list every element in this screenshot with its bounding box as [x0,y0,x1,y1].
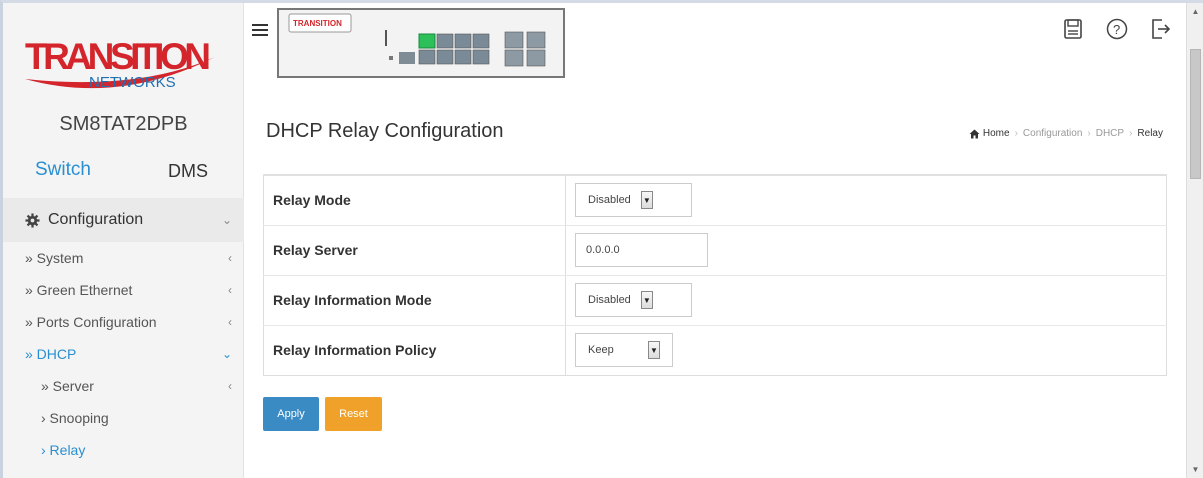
relay-info-mode-label: Relay Information Mode [263,275,566,326]
breadcrumb-home[interactable]: Home [969,128,1010,139]
relay-info-mode-cell: Disabled ▼ [565,275,1167,326]
relay-info-mode-select[interactable]: Disabled ▼ [575,283,692,317]
nav-dhcp[interactable]: » DHCP ⌄ [3,338,244,370]
relay-info-policy-cell: Keep ▼ [566,325,1167,375]
svg-text:?: ? [1113,22,1120,37]
nav-dhcp-snooping[interactable]: › Snooping [3,402,244,434]
chevron-left-icon: ‹ [228,251,232,265]
breadcrumb: Home › Configuration › DHCP › Relay [969,128,1163,139]
relay-mode-label: Relay Mode [263,175,566,226]
relay-mode-cell: Disabled ▼ [565,175,1167,226]
nav-dhcp-label: » DHCP [25,346,77,362]
relay-mode-value: Disabled [588,194,631,207]
nav-dhcp-server[interactable]: » Server ‹ [3,370,244,402]
table-row: Relay Mode Disabled ▼ [263,175,1167,226]
table-row: Relay Server 0.0.0.0 [263,225,1167,276]
panel-logo-text: TRANSITION [293,19,342,28]
save-icon[interactable] [1061,16,1085,42]
relay-info-policy-select[interactable]: Keep ▼ [575,333,673,367]
chevron-left-icon: ‹ [228,315,232,329]
chevron-down-icon: ⌄ [221,347,232,361]
nav-green-ethernet[interactable]: » Green Ethernet ‹ [3,274,244,306]
table-row: Relay Information Mode Disabled ▼ [263,275,1167,326]
relay-config-table: Relay Mode Disabled ▼ Relay Server 0.0.0… [263,174,1167,376]
nav-ports-configuration-label: » Ports Configuration [25,314,157,330]
dropdown-arrow-icon: ▼ [648,341,660,359]
logo-main-text: TRANSITION [25,36,211,77]
relay-info-policy-label: Relay Information Policy [263,325,566,375]
breadcrumb-relay: Relay [1137,128,1163,139]
tab-switch[interactable]: Switch [35,159,91,181]
nav-configuration-label: Configuration [48,211,144,228]
chevron-left-icon: ‹ [228,379,232,393]
switch-panel-graphic: TRANSITION [288,13,546,67]
logo-sub-text: NETWORKS [89,74,176,91]
device-name: SM8TAT2DPB [59,113,188,135]
nav-configuration[interactable]: Configuration ⌄ [3,198,244,242]
chevron-left-icon: ‹ [228,283,232,297]
breadcrumb-separator: › [1087,128,1091,139]
page-title: DHCP Relay Configuration [266,120,504,142]
relay-server-cell: 0.0.0.0 [565,225,1167,276]
nav-system[interactable]: » System ‹ [3,242,244,274]
breadcrumb-home-label: Home [982,128,1010,139]
table-row: Relay Information Policy Keep ▼ [263,325,1167,375]
relay-server-input[interactable]: 0.0.0.0 [575,233,708,267]
nav-dhcp-server-label: » Server [41,378,94,394]
nav-dhcp-relay-label: › Relay [41,442,86,458]
scroll-up-arrow-icon[interactable]: ▲ [1187,7,1203,16]
sidebar: TRANSITION NETWORKS SM8TAT2DPB Switch DM… [3,3,244,478]
nav-dhcp-relay[interactable]: › Relay [3,434,244,466]
dropdown-arrow-icon: ▼ [640,291,653,309]
dropdown-arrow-icon: ▼ [640,191,653,210]
relay-mode-select[interactable]: Disabled ▼ [575,183,692,218]
scroll-down-arrow-icon[interactable]: ▼ [1187,465,1203,474]
sidebar-tabs: Switch DMS [3,157,244,189]
sidebar-nav: Configuration ⌄ » System ‹ » Green Ether… [3,198,244,466]
top-toolbar: ? [1061,16,1173,42]
relay-info-policy-value: Keep [588,344,614,356]
switch-front-panel: TRANSITION [277,8,565,78]
help-icon[interactable]: ? [1105,16,1129,42]
nav-dhcp-snooping-label: › Snooping [41,410,109,426]
nav-ports-configuration[interactable]: » Ports Configuration ‹ [3,306,244,338]
relay-server-label: Relay Server [263,225,566,276]
home-icon [969,129,980,138]
breadcrumb-separator: › [1014,128,1018,139]
scrollbar-thumb[interactable] [1190,49,1201,179]
chevron-down-icon: ⌄ [221,213,232,227]
breadcrumb-dhcp[interactable]: DHCP [1096,128,1124,139]
logout-icon[interactable] [1149,16,1173,42]
relay-info-mode-value: Disabled [588,294,631,306]
breadcrumb-configuration[interactable]: Configuration [1023,128,1082,139]
apply-button[interactable]: Apply [263,397,319,431]
gear-icon [25,212,40,228]
reset-button[interactable]: Reset [325,397,382,431]
nav-system-label: » System [25,250,84,266]
nav-green-ethernet-label: » Green Ethernet [25,282,133,298]
transition-networks-logo: TRANSITION NETWORKS [25,36,215,91]
hamburger-menu-icon[interactable] [252,24,268,38]
vertical-scrollbar[interactable]: ▲ ▼ [1186,3,1203,478]
breadcrumb-separator: › [1129,128,1133,139]
tab-dms[interactable]: DMS [168,161,208,182]
